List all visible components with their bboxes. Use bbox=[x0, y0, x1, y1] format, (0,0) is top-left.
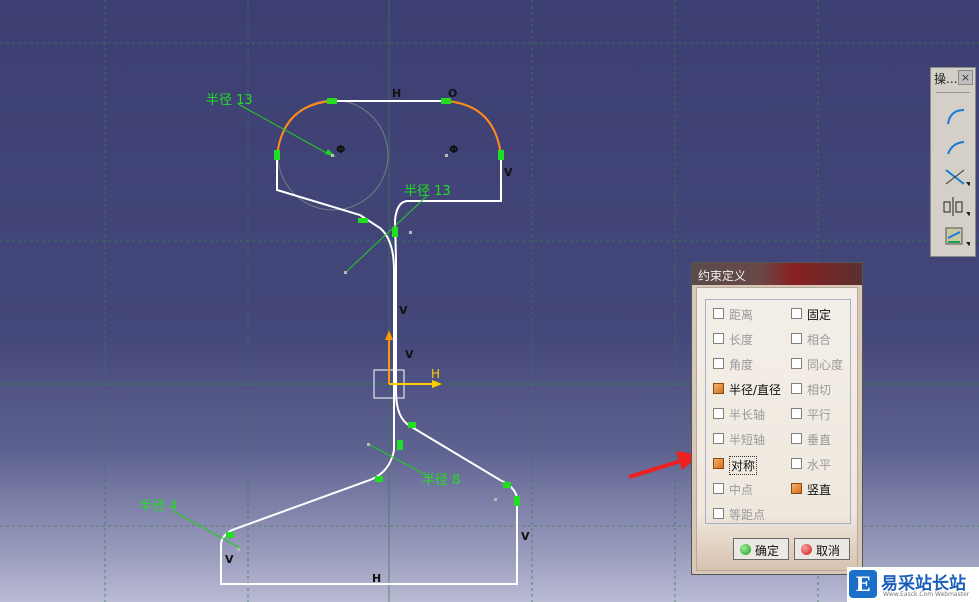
arc-tangent-icon bbox=[947, 141, 965, 155]
ok-button[interactable]: 确定 bbox=[733, 538, 789, 560]
radius-label-bottom-left[interactable]: 半径 4 bbox=[139, 499, 177, 514]
axis-system[interactable] bbox=[373, 330, 442, 399]
checkbox[interactable] bbox=[791, 458, 802, 469]
arrow-head bbox=[325, 149, 336, 157]
checkbox[interactable] bbox=[713, 358, 724, 369]
ok-icon bbox=[740, 544, 751, 555]
checkbox[interactable] bbox=[791, 308, 802, 319]
horizontal-constraint-top[interactable]: H bbox=[392, 87, 401, 100]
dialog-body: 距离 固定 长度 相合 角度 同心度 半径/直径 相切 半长轴 平行 半短轴 垂… bbox=[696, 287, 858, 571]
annotation-arrow bbox=[628, 451, 700, 479]
arc-icon bbox=[947, 109, 965, 125]
radius-label-bottom-right[interactable]: 半径 8 bbox=[422, 473, 460, 488]
phi-label-left: Φ bbox=[336, 143, 345, 156]
vertical-constraint-web-upper[interactable]: V bbox=[399, 304, 408, 317]
axis-h-label: H bbox=[431, 367, 440, 381]
sketch-toolbar: 操... × bbox=[930, 67, 976, 257]
symmetry-button[interactable] bbox=[938, 194, 972, 218]
toolbar-title[interactable]: 操... bbox=[934, 70, 957, 88]
watermark-logo: E bbox=[849, 570, 877, 598]
checkbox-checked[interactable] bbox=[713, 458, 724, 469]
dialog-title: 约束定义 bbox=[698, 269, 747, 283]
vertical-constraint-right-top[interactable]: V bbox=[504, 166, 513, 179]
watermark: E 易采站长站 Www.Easck.Com Webmaster bbox=[847, 567, 979, 602]
arc-button[interactable] bbox=[938, 104, 970, 128]
horizontal-constraint-bottom[interactable]: H bbox=[372, 572, 381, 585]
checkbox[interactable] bbox=[791, 408, 802, 419]
toolbar-close-button[interactable]: × bbox=[958, 70, 973, 85]
rail-profile[interactable] bbox=[220, 100, 518, 585]
vertical-constraint-bottom-right[interactable]: V bbox=[521, 530, 530, 543]
dialog-title-bar[interactable]: 约束定义 bbox=[692, 263, 862, 285]
checkbox[interactable] bbox=[791, 333, 802, 344]
trim-icon bbox=[945, 169, 972, 186]
radius-label-mid[interactable]: 半径 13 bbox=[404, 184, 451, 199]
constraint-markers bbox=[226, 98, 520, 538]
checkbox-checked[interactable] bbox=[791, 483, 802, 494]
checkbox-checked[interactable] bbox=[713, 383, 724, 394]
constraint-definition-dialog: 约束定义 距离 固定 长度 相合 角度 同心度 半径/直径 相切 半长轴 平行 … bbox=[691, 262, 863, 575]
arc-tangent-button[interactable] bbox=[938, 134, 970, 158]
checkbox[interactable] bbox=[791, 358, 802, 369]
checkbox[interactable] bbox=[791, 433, 802, 444]
symmetry-icon bbox=[943, 197, 972, 216]
checkbox[interactable] bbox=[713, 433, 724, 444]
cancel-button[interactable]: 取消 bbox=[794, 538, 850, 560]
center-points bbox=[237, 154, 497, 551]
checkbox[interactable] bbox=[713, 483, 724, 494]
constraint-options-group: 距离 固定 长度 相合 角度 同心度 半径/直径 相切 半长轴 平行 半短轴 垂… bbox=[705, 299, 851, 524]
watermark-subtext: Www.Easck.Com Webmaster bbox=[883, 591, 970, 598]
trim-button[interactable] bbox=[938, 164, 972, 188]
checkbox[interactable] bbox=[713, 408, 724, 419]
constraint-button[interactable] bbox=[938, 224, 972, 248]
checkbox[interactable] bbox=[791, 383, 802, 394]
checkbox[interactable] bbox=[713, 308, 724, 319]
checkbox[interactable] bbox=[713, 508, 724, 519]
checkbox[interactable] bbox=[713, 333, 724, 344]
constraint-icon bbox=[945, 227, 972, 246]
radius-label-top-left[interactable]: 半径 13 bbox=[206, 93, 253, 108]
selected-arc-left[interactable] bbox=[276, 100, 333, 158]
phi-label-right: Φ bbox=[449, 143, 458, 156]
vertical-constraint-web-lower[interactable]: V bbox=[405, 348, 414, 361]
vertical-constraint-bottom-left[interactable]: V bbox=[225, 553, 234, 566]
dimension-leaders bbox=[172, 103, 429, 549]
coincident-constraint-top[interactable]: O bbox=[448, 87, 457, 100]
cancel-icon bbox=[801, 544, 812, 555]
